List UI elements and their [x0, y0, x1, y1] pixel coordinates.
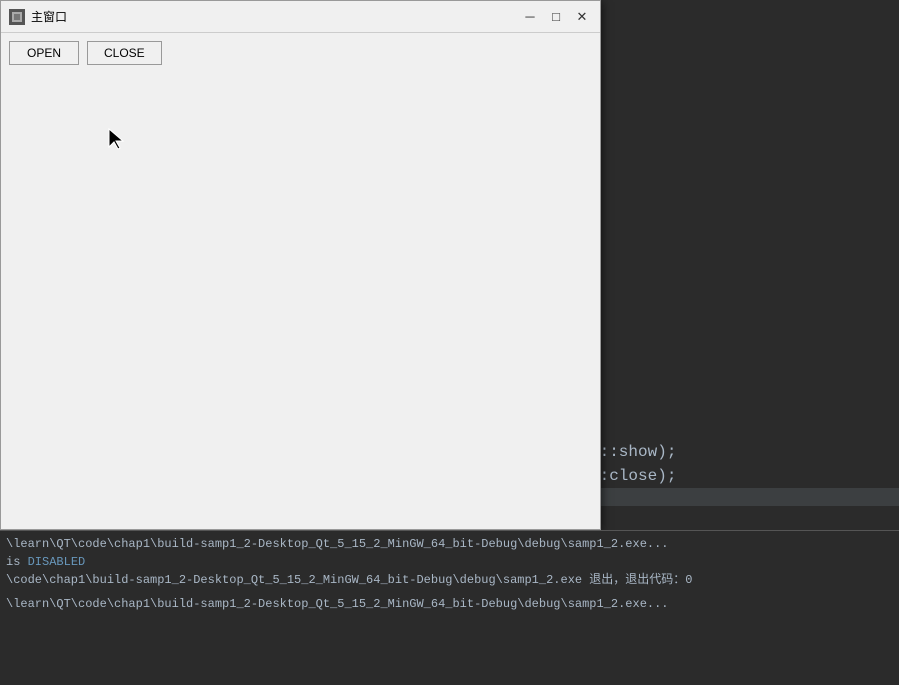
output-line-2: is DISABLED — [6, 553, 893, 571]
minimize-button[interactable]: ─ — [520, 7, 540, 27]
title-bar: 主窗口 ─ □ ✕ — [1, 1, 600, 33]
close-button[interactable]: CLOSE — [87, 41, 162, 65]
toolbar: OPEN CLOSE — [9, 41, 592, 65]
code-line-2: ::close); — [590, 464, 676, 488]
editor-scrollbar-bar — [590, 488, 899, 506]
output-path-1: \learn\QT\code\chap1\build-samp1_2-Deskt… — [6, 537, 669, 551]
client-area — [9, 69, 592, 521]
mouse-cursor — [107, 127, 127, 156]
window-close-button[interactable]: ✕ — [572, 7, 592, 27]
output-path-4: \learn\QT\code\chap1\build-samp1_2-Deskt… — [6, 597, 669, 611]
title-bar-left: 主窗口 — [9, 8, 67, 25]
maximize-button[interactable]: □ — [546, 7, 566, 27]
output-line-4: \learn\QT\code\chap1\build-samp1_2-Deskt… — [6, 595, 893, 613]
open-button[interactable]: OPEN — [9, 41, 79, 65]
window-icon — [9, 9, 25, 25]
output-line-3: \code\chap1\build-samp1_2-Desktop_Qt_5_1… — [6, 571, 893, 589]
code-line-1: t::show); — [590, 440, 676, 464]
title-bar-controls: ─ □ ✕ — [520, 7, 592, 27]
window-content: OPEN CLOSE — [1, 33, 600, 529]
output-path-3: \code\chap1\build-samp1_2-Desktop_Qt_5_1… — [6, 573, 693, 587]
main-window: 主窗口 ─ □ ✕ OPEN CLOSE — [0, 0, 601, 530]
output-disabled: DISABLED — [28, 555, 86, 569]
cursor-icon — [107, 127, 127, 151]
code-text-1: t::show); — [590, 443, 676, 461]
window-title: 主窗口 — [31, 8, 67, 25]
output-line-1: \learn\QT\code\chap1\build-samp1_2-Deskt… — [6, 535, 893, 553]
code-snippet: t::show); ::close); — [590, 440, 676, 488]
code-text-2: ::close); — [590, 467, 676, 485]
window-icon-inner — [12, 12, 22, 22]
output-area: \learn\QT\code\chap1\build-samp1_2-Deskt… — [0, 530, 899, 685]
output-is: is — [6, 555, 28, 569]
